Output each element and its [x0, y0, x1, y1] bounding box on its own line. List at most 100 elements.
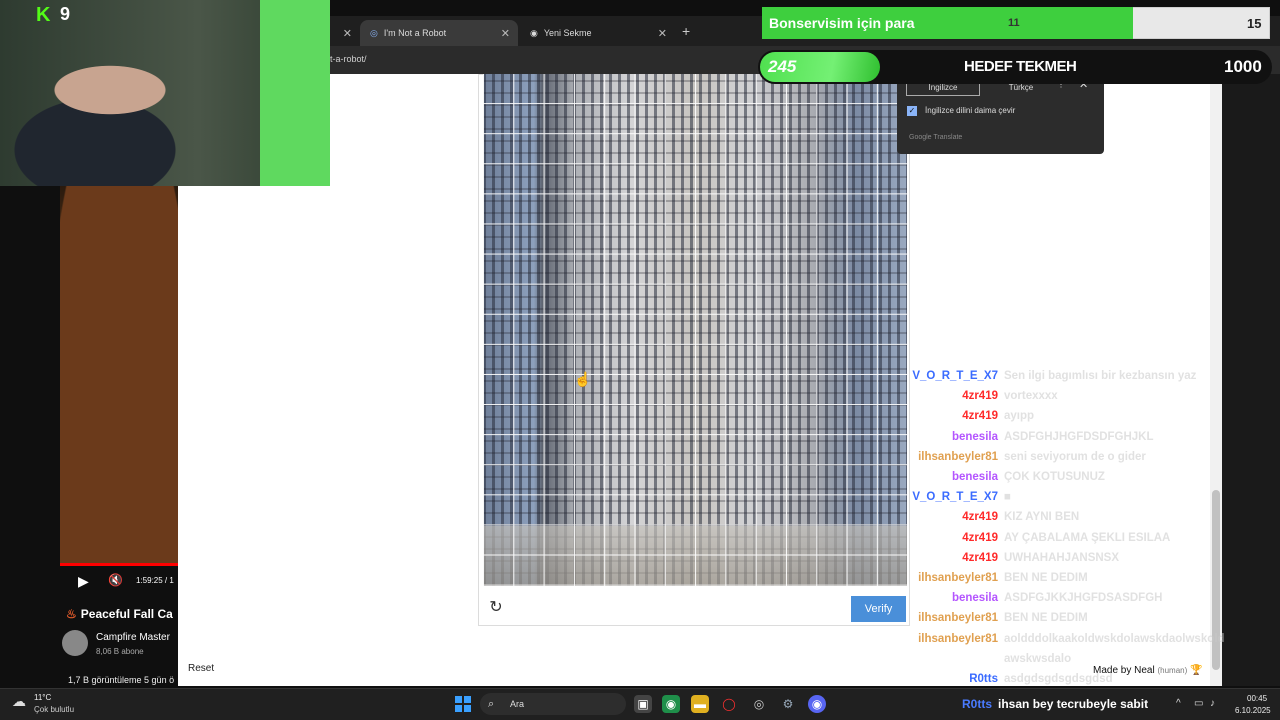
new-tab-button[interactable]: +: [682, 23, 690, 39]
chat-username: V_O_R_T_E_X7: [912, 370, 998, 382]
video-views: 1,7 B görüntüleme 5 gün ö: [68, 675, 175, 685]
chat-username: 4zr419: [962, 531, 998, 544]
chat-username: 4zr419: [962, 551, 998, 564]
opera-icon[interactable]: ◯: [720, 695, 738, 713]
reset-button[interactable]: Reset: [188, 663, 214, 674]
video-player[interactable]: [60, 186, 178, 566]
donation-goal-label: Bonservisim için para: [769, 15, 915, 31]
channel-subscribers: 8,06 B abone: [96, 647, 144, 656]
chat-username: ilhsanbeyler81: [918, 612, 998, 625]
channel-name[interactable]: Campfire Master: [96, 632, 178, 643]
made-by-note: (human): [1157, 666, 1188, 675]
donation-goal-current: 11: [1008, 17, 1020, 29]
chat-text: ASDFGHJHGFDSDFGHJKL: [1004, 430, 1154, 443]
pinned-chat-user: R0tts: [962, 697, 993, 711]
refresh-icon[interactable]: ↻: [486, 598, 506, 618]
page-left-area: [178, 186, 330, 686]
checkbox-checked-icon[interactable]: ✓: [907, 106, 917, 116]
video-title[interactable]: ♨ Peaceful Fall Ca: [66, 607, 178, 621]
taskbar-search-input[interactable]: ⌕ Ara: [480, 693, 626, 715]
chat-username: ilhsanbeyler81: [918, 572, 998, 584]
chat-message: ilhsanbeyler81 seni seviyorum de o gider: [906, 451, 1236, 471]
chat-text: awskwsdalo: [1004, 652, 1072, 665]
chat-text: Sen ilgi bagımlısı bir kezbansın yaz: [1004, 370, 1197, 382]
volume-icon[interactable]: ♪: [1210, 698, 1215, 709]
hand-cursor-icon: ☝: [574, 371, 592, 387]
chat-text: seni seviyorum de o gider: [1004, 450, 1146, 463]
chat-message: ilhsanbeyler81 BEN NE DEDİM: [906, 612, 1236, 632]
chat-overlay: V_O_R_T_E_X7 Sen ilgi bagımlısı bir kezba…: [906, 370, 1236, 690]
chat-text: UWHAHAHJANSNSX: [1004, 551, 1120, 564]
close-icon[interactable]: ✕: [658, 27, 667, 40]
chat-text: ÇOK KÖTÜSÜNÜZ: [1004, 471, 1105, 483]
network-icon[interactable]: ▭: [1194, 698, 1203, 709]
pinned-chat-text: ihsan bey tecrubeyle sabit: [998, 697, 1149, 711]
mute-icon[interactable]: 🔇: [108, 573, 123, 587]
close-icon[interactable]: ✕: [501, 27, 510, 40]
discord-icon[interactable]: ◉: [808, 695, 826, 713]
chat-text: ayıpp: [1004, 410, 1035, 423]
chat-message: 4zr419 KIZ AYNI BEN: [906, 511, 1236, 531]
fire-icon: ♨: [66, 607, 77, 621]
made-by-credit: Made by Neal (human) 🏆: [1093, 665, 1203, 676]
chat-message: ilhsanbeyler81 BEN NE DEDİM: [906, 572, 1236, 592]
made-by-text: Made by Neal: [1093, 665, 1155, 676]
captcha-image-grid[interactable]: [483, 74, 907, 586]
chat-username: 4zr419: [962, 410, 998, 423]
chat-message: benesila ÇOK KÖTÜSÜNÜZ: [906, 471, 1236, 491]
search-placeholder: Ara: [510, 699, 525, 709]
tray-up-icon[interactable]: ^: [1176, 698, 1181, 709]
translate-popup: İngilizce Türkçe ⋮ ✕ ✓ İngilizce dilini …: [897, 74, 1104, 154]
google-translate-brand: Google Translate: [909, 134, 963, 141]
weather-cloud-icon[interactable]: ☁: [12, 693, 26, 710]
kick-logo-icon: K: [36, 4, 51, 26]
chat-text: BEN NE DEDİM: [1004, 612, 1088, 625]
video-progress-bar[interactable]: [60, 563, 178, 566]
task-view-icon[interactable]: ▣: [634, 695, 652, 713]
browser-tab-new[interactable]: ◉ Yeni Sekme ✕: [520, 20, 675, 46]
avatar[interactable]: [62, 630, 88, 656]
chat-username: R0tts: [969, 673, 998, 685]
clock-time[interactable]: 00:45: [1247, 694, 1267, 703]
trophy-icon: 🏆: [1190, 665, 1203, 676]
tab-label: Yeni Sekme: [543, 28, 592, 38]
chat-text: vortexxxx: [1004, 390, 1058, 403]
chat-message: ilhsanbeyler81 aoldddolkaakoldwskdolawskd…: [906, 633, 1236, 653]
close-icon[interactable]: ✕: [343, 27, 352, 40]
search-icon: ⌕: [488, 698, 495, 710]
chrome-icon: ◉: [530, 27, 538, 38]
chat-message: 4zr419 AY ÇABALAMA ŞEKLİ ESILAA: [906, 532, 1236, 552]
browser-tab-robot[interactable]: ◎ I'm Not a Robot ✕: [360, 20, 518, 46]
kick-goal-target: 1000: [1224, 57, 1262, 76]
chat-username: benesila: [951, 592, 998, 605]
steam-icon[interactable]: ⚙: [779, 695, 797, 713]
browser-tab-partial[interactable]: ✕: [330, 20, 360, 46]
verify-button[interactable]: Verify: [851, 596, 906, 622]
video-time: 1:59:25 / 1: [136, 576, 174, 585]
donation-goal-target: 15: [1247, 16, 1262, 31]
chat-message: benesila ASDFGJKKJHGFDSASDFGH: [906, 592, 1236, 612]
kick-count: 9: [60, 4, 71, 24]
chat-text: AY ÇABALAMA ŞEKLİ ESILAA: [1004, 531, 1171, 544]
always-translate-label: İngilizce dilini daima çevir: [925, 106, 1016, 115]
obs-icon[interactable]: ◎: [750, 695, 768, 713]
play-icon[interactable]: ▶: [78, 573, 89, 590]
webcam-overlay: [0, 0, 330, 186]
file-explorer-icon[interactable]: ▬: [691, 695, 709, 713]
windows-start-icon[interactable]: [455, 696, 471, 712]
chat-text: BEN NE DEDİM: [1004, 572, 1088, 584]
clock-date[interactable]: 6.10.2025: [1235, 706, 1271, 715]
chat-text: KIZ AYNI BEN: [1004, 511, 1080, 524]
chrome-icon[interactable]: ◉: [662, 695, 680, 713]
url-text[interactable]: t-a-robot/: [330, 54, 367, 64]
chat-username: 4zr419: [962, 390, 998, 403]
video-title-text[interactable]: Peaceful Fall Ca: [81, 607, 173, 621]
chat-username: ilhsanbeyler81: [918, 632, 998, 645]
chat-message: 4zr419 ayıpp: [906, 410, 1236, 430]
chat-username: ilhsanbeyler81: [918, 450, 998, 463]
chat-username: 4zr419: [962, 511, 998, 524]
weather-temperature[interactable]: 11°C: [34, 693, 51, 702]
chat-message: 4zr419 UWHAHAHJANSNSX: [906, 552, 1236, 572]
weather-description[interactable]: Çok bulutlu: [34, 705, 74, 714]
chat-username: V_O_R_T_E_X7: [912, 491, 998, 504]
